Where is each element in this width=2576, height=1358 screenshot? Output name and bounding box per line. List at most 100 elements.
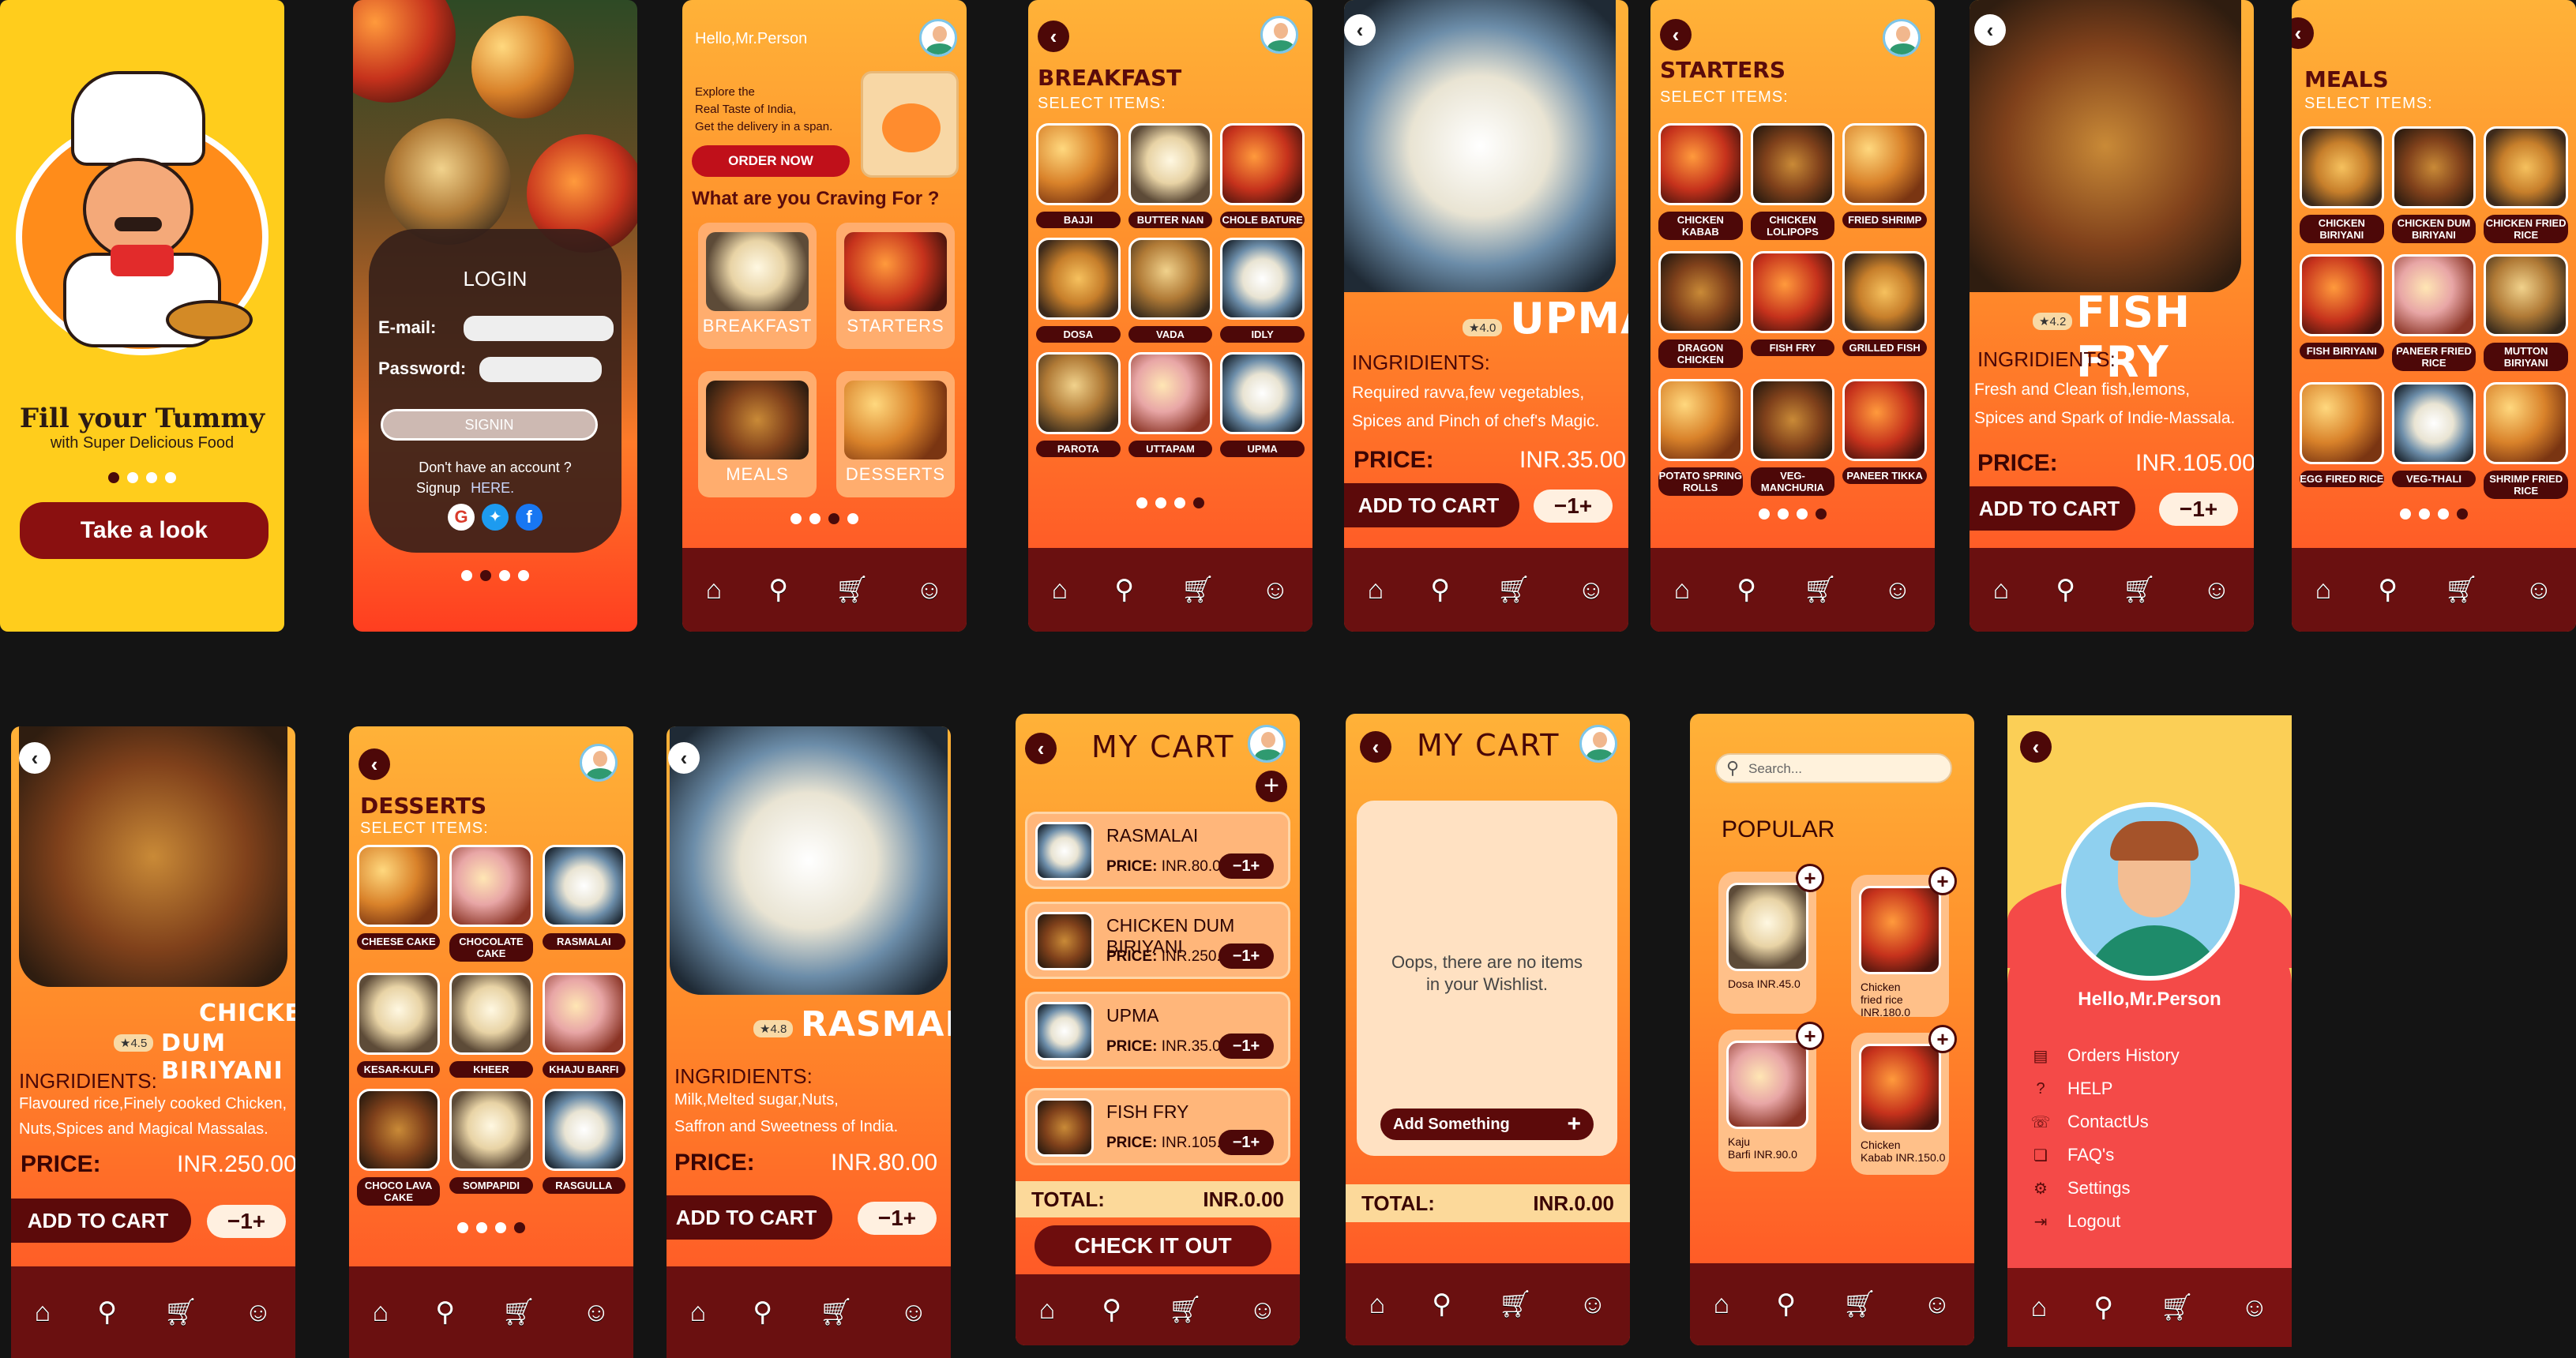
cart-icon[interactable]: 🛒︎ — [2444, 574, 2478, 606]
home-icon[interactable]: ⌂ — [1714, 1289, 1730, 1320]
item-card[interactable]: UPMA — [1220, 352, 1305, 457]
item-card[interactable]: FISH FRY — [1750, 251, 1835, 368]
carousel-dots[interactable] — [349, 1222, 633, 1233]
carousel-dots[interactable] — [0, 472, 284, 483]
category-starters[interactable]: STARTERS — [836, 223, 955, 349]
back-button[interactable]: ‹ — [19, 742, 51, 774]
order-now-button[interactable]: ORDER NOW — [692, 145, 850, 177]
avatar[interactable] — [1883, 19, 1921, 57]
avatar[interactable] — [1579, 725, 1617, 763]
popular-item[interactable]: + Chicken fried rice INR.180.0 — [1851, 867, 1957, 1019]
profile-icon[interactable]: ☺ — [2525, 575, 2553, 606]
search-icon[interactable]: ⚲ — [2378, 574, 2398, 606]
back-button[interactable]: ‹ — [2292, 17, 2314, 49]
item-card[interactable]: KESAR-KULFI — [357, 973, 441, 1078]
popular-item[interactable]: + Kaju Barfi INR.90.0 — [1718, 1022, 1824, 1172]
add-icon[interactable]: + — [1928, 1025, 1957, 1053]
add-to-cart-button[interactable]: ADD TO CART — [1970, 486, 2135, 531]
profile-icon[interactable]: ☺ — [1579, 1289, 1607, 1320]
quantity-stepper[interactable]: −1+ — [2159, 493, 2238, 526]
menu-settings[interactable]: ⚙ Settings — [2031, 1178, 2130, 1199]
signin-button[interactable]: SIGNIN — [381, 409, 598, 441]
search-icon[interactable]: ⚲ — [753, 1296, 772, 1328]
back-button[interactable]: ‹ — [1025, 733, 1057, 764]
signup-link[interactable]: HERE. — [471, 480, 514, 496]
item-card[interactable]: FRIED SHRIMP — [1842, 123, 1927, 240]
item-card[interactable]: EGG FIRED RICE — [2300, 382, 2384, 499]
quantity-stepper[interactable]: −1+ — [1534, 490, 1613, 523]
item-card[interactable]: CHICKEN FRIED RICE — [2484, 126, 2568, 243]
cart-icon[interactable]: 🛒︎ — [1496, 574, 1530, 606]
search-bar[interactable]: ⚲ Search... — [1715, 753, 1952, 783]
cart-item[interactable]: FISH FRY PRICE: INR.105.00 −1+ — [1025, 1088, 1290, 1165]
popular-item[interactable]: + Dosa INR.45.0 — [1718, 864, 1824, 1014]
search-icon[interactable]: ⚲ — [1776, 1289, 1796, 1320]
carousel-dots[interactable] — [353, 570, 637, 581]
item-card[interactable]: CHOLE BATURE — [1220, 123, 1305, 228]
add-icon[interactable]: + — [1796, 1022, 1824, 1050]
cart-icon[interactable]: 🛒︎ — [1842, 1289, 1876, 1320]
add-something-button[interactable]: Add Something + — [1380, 1109, 1594, 1140]
profile-icon[interactable]: ☺ — [1924, 1289, 1951, 1320]
cart-icon[interactable]: 🛒︎ — [819, 1296, 853, 1328]
home-icon[interactable]: ⌂ — [2315, 575, 2332, 606]
password-field[interactable] — [479, 357, 602, 382]
profile-icon[interactable]: ☺ — [2203, 575, 2231, 606]
item-card[interactable]: VEG-THALI — [2391, 382, 2476, 499]
item-card[interactable]: POTATO SPRING ROLLS — [1658, 379, 1743, 496]
back-button[interactable]: ‹ — [1660, 19, 1692, 51]
cart-icon[interactable]: 🛒︎ — [1168, 1294, 1202, 1326]
item-card[interactable]: MUTTON BIRIYANI — [2484, 254, 2568, 371]
search-icon[interactable]: ⚲ — [435, 1296, 455, 1328]
item-card[interactable]: CHICKEN DUM BIRIYANI — [2391, 126, 2476, 243]
quantity-stepper[interactable]: −1+ — [207, 1205, 286, 1238]
item-card[interactable]: PANEER FRIED RICE — [2391, 254, 2476, 371]
checkout-button[interactable]: CHECK IT OUT — [1035, 1225, 1271, 1266]
search-input[interactable]: Search... — [1748, 761, 1802, 777]
back-button[interactable]: ‹ — [1974, 14, 2006, 46]
item-card[interactable]: PAROTA — [1036, 352, 1121, 457]
item-card[interactable]: UTTAPAM — [1128, 352, 1213, 457]
item-card[interactable]: DOSA — [1036, 238, 1121, 343]
quantity-stepper[interactable]: −1+ — [1219, 1034, 1274, 1059]
item-card[interactable]: CHOCO LAVA CAKE — [357, 1089, 441, 1206]
item-card[interactable]: KHAJU BARFI — [542, 973, 625, 1078]
profile-avatar[interactable] — [2061, 802, 2240, 981]
home-icon[interactable]: ⌂ — [690, 1297, 707, 1328]
item-card[interactable]: GRILLED FISH — [1842, 251, 1927, 368]
home-icon[interactable]: ⌂ — [35, 1297, 51, 1328]
home-icon[interactable]: ⌂ — [1368, 575, 1384, 606]
home-icon[interactable]: ⌂ — [1039, 1295, 1056, 1326]
search-icon[interactable]: ⚲ — [2093, 1292, 2113, 1323]
search-icon[interactable]: ⚲ — [2056, 574, 2075, 606]
facebook-icon[interactable]: f — [516, 504, 543, 531]
item-card[interactable]: BAJJI — [1036, 123, 1121, 228]
item-card[interactable]: IDLY — [1220, 238, 1305, 343]
back-button[interactable]: ‹ — [1360, 731, 1391, 763]
item-card[interactable]: SOMPAPIDI — [449, 1089, 533, 1206]
carousel-dots[interactable] — [1028, 497, 1312, 508]
profile-icon[interactable]: ☺ — [900, 1297, 928, 1328]
cart-icon[interactable]: 🛒︎ — [1498, 1289, 1532, 1320]
item-card[interactable]: CHICKEN LOLIPOPS — [1750, 123, 1835, 240]
carousel-dots[interactable] — [682, 513, 967, 524]
item-card[interactable]: RASMALAI — [542, 845, 625, 962]
back-button[interactable]: ‹ — [1038, 21, 1069, 52]
profile-icon[interactable]: ☺ — [1884, 575, 1912, 606]
avatar[interactable] — [580, 744, 618, 782]
profile-icon[interactable]: ☺ — [245, 1297, 272, 1328]
item-card[interactable]: VEG-MANCHURIA — [1750, 379, 1835, 496]
email-field[interactable] — [464, 316, 614, 341]
quantity-stepper[interactable]: −1+ — [1219, 853, 1274, 879]
carousel-dots[interactable] — [1650, 508, 1935, 520]
add-icon[interactable]: + — [1928, 867, 1957, 895]
search-icon[interactable]: ⚲ — [1430, 574, 1450, 606]
category-breakfast[interactable]: BREAKFAST — [698, 223, 817, 349]
item-card[interactable]: SHRIMP FRIED RICE — [2484, 382, 2568, 499]
home-icon[interactable]: ⌂ — [1674, 575, 1691, 606]
item-card[interactable]: CHICKEN KABAB — [1658, 123, 1743, 240]
home-icon[interactable]: ⌂ — [1052, 575, 1068, 606]
cart-icon[interactable]: 🛒︎ — [501, 1296, 535, 1328]
category-meals[interactable]: MEALS — [698, 371, 817, 497]
back-button[interactable]: ‹ — [668, 742, 700, 774]
